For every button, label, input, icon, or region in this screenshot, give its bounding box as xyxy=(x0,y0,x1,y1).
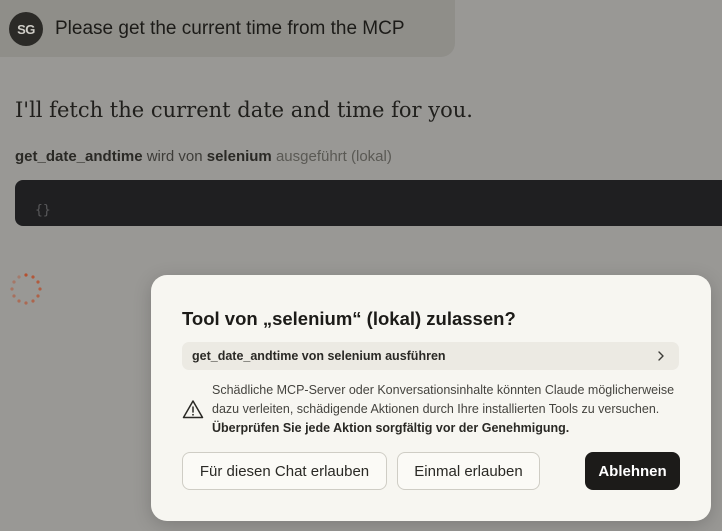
assistant-message-text: I'll fetch the current date and time for… xyxy=(15,98,473,122)
tool-input-code-block[interactable]: {} xyxy=(15,180,722,226)
allow-once-button[interactable]: Einmal erlauben xyxy=(397,452,540,490)
tool-action-details[interactable]: get_date_andtime von selenium ausführen xyxy=(182,342,679,370)
warning-text: Schädliche MCP-Server oder Konversations… xyxy=(212,381,692,438)
user-message-text: Please get the current time from the MCP xyxy=(55,18,405,39)
tool-call-status: get_date_andtime wird von selenium ausge… xyxy=(15,148,392,165)
dialog-title: Tool von „selenium“ (lokal) zulassen? xyxy=(182,308,516,329)
chevron-right-icon xyxy=(658,351,664,361)
tool-call-suffix: ausgeführt (lokal) xyxy=(275,148,392,165)
user-message-bubble: SG Please get the current time from the … xyxy=(0,0,455,57)
warning-emphasis: Überprüfen Sie jede Aktion sorgfältig vo… xyxy=(212,421,570,435)
tool-server-name: selenium xyxy=(206,148,272,165)
avatar[interactable]: SG xyxy=(9,12,43,46)
tool-call-mid-text: wird von xyxy=(146,148,203,165)
warning-body: Schädliche MCP-Server oder Konversations… xyxy=(212,383,675,416)
loading-spinner-icon xyxy=(10,273,42,305)
tool-action-label: get_date_andtime von selenium ausführen xyxy=(192,349,446,363)
allow-for-chat-button[interactable]: Für diesen Chat erlauben xyxy=(182,452,387,490)
tool-name: get_date_andtime xyxy=(15,148,143,165)
deny-button[interactable]: Ablehnen xyxy=(585,452,680,490)
code-preview: {} xyxy=(35,203,51,218)
warning-icon xyxy=(182,400,204,419)
tool-permission-dialog: Tool von „selenium“ (lokal) zulassen? ge… xyxy=(151,275,711,521)
